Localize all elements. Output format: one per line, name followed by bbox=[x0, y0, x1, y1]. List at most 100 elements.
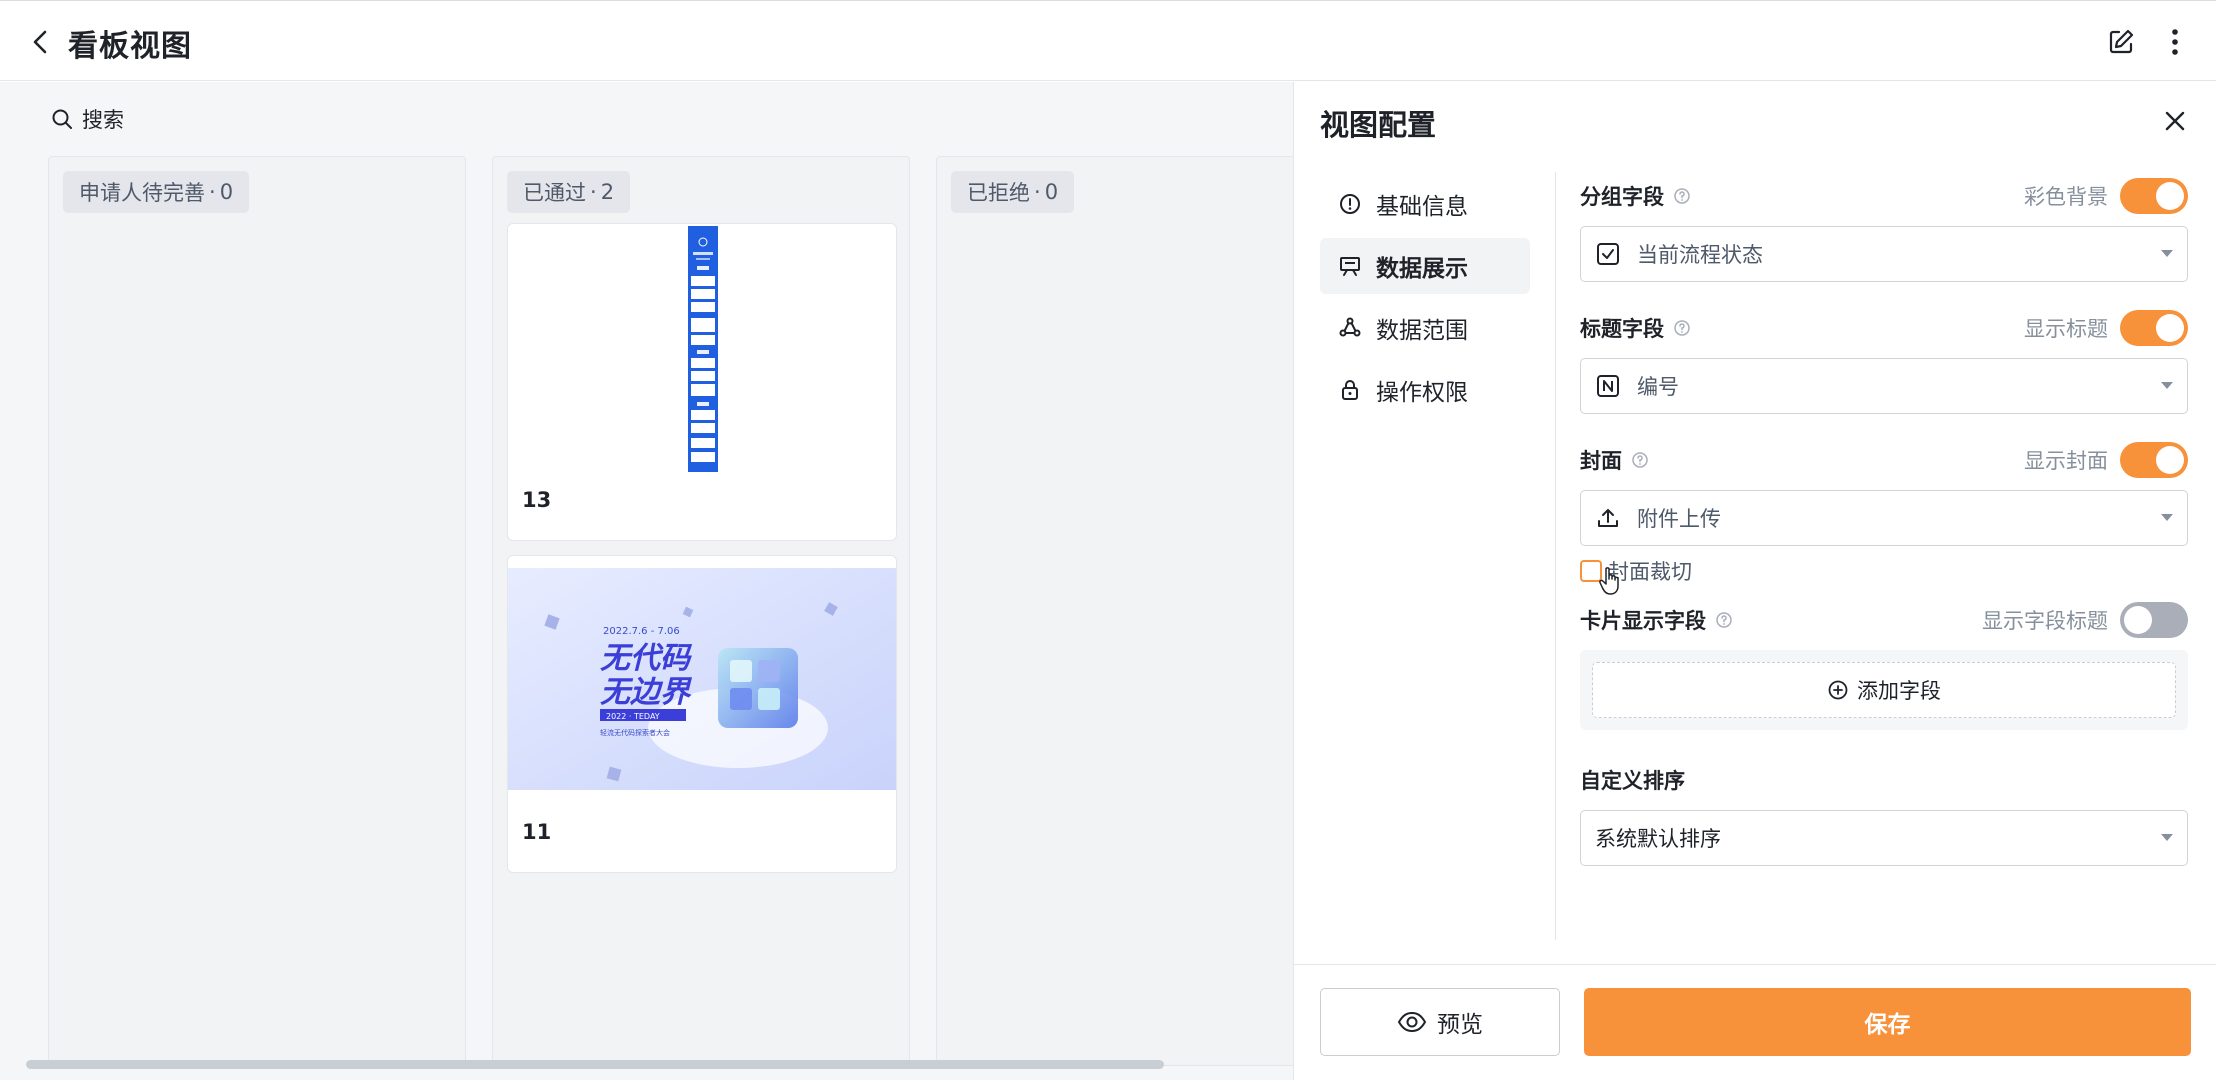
help-icon[interactable] bbox=[1714, 610, 1734, 630]
kanban-column: 申请人待完善 · 0 bbox=[48, 156, 466, 1066]
dropdown-arrow-icon bbox=[2161, 514, 2173, 521]
sort-label: 自定义排序 bbox=[1580, 769, 1685, 793]
more-options-button[interactable] bbox=[2158, 25, 2192, 59]
search-box[interactable]: 搜索 bbox=[50, 104, 124, 134]
chevron-left-icon bbox=[33, 30, 47, 54]
scope-icon bbox=[1339, 317, 1361, 337]
card-fields-label: 卡片显示字段 bbox=[1580, 609, 1706, 633]
nav-item-label: 数据展示 bbox=[1376, 256, 1468, 282]
kanban-card[interactable]: 13 bbox=[507, 223, 897, 541]
card-title: 13 bbox=[522, 488, 552, 512]
nav-divider bbox=[1555, 172, 1556, 940]
save-label: 保存 bbox=[1864, 1012, 1911, 1038]
eye-icon bbox=[1397, 1011, 1427, 1033]
dropdown-arrow-icon bbox=[2161, 834, 2173, 841]
kanban-board: 搜索 申请人待完善 · 0 已通过 · 2 13 2022.7.6 - 7.06… bbox=[0, 82, 1293, 1080]
kanban-card[interactable]: 2022.7.6 - 7.06 无代码 无边界 2022 · TEDAY 轻流无… bbox=[507, 555, 897, 873]
show-cover-toggle[interactable] bbox=[2120, 442, 2188, 478]
toggle-knob bbox=[2124, 606, 2152, 634]
nav-item-data-display[interactable]: 数据展示 bbox=[1320, 238, 1530, 294]
dropdown-arrow-icon bbox=[2161, 250, 2173, 257]
help-icon[interactable] bbox=[1630, 450, 1650, 470]
column-count: 0 bbox=[1044, 180, 1059, 204]
card-cover-image: 2022.7.6 - 7.06 无代码 无边界 2022 · TEDAY 轻流无… bbox=[508, 568, 896, 790]
upload-icon bbox=[1598, 509, 1618, 527]
presentation-icon bbox=[1340, 257, 1360, 276]
back-button[interactable] bbox=[24, 25, 58, 59]
cover-row: 封面 显示封面 bbox=[1580, 440, 2188, 480]
card-title: 11 bbox=[522, 820, 552, 844]
column-header: 已拒绝 · 0 bbox=[951, 171, 1075, 213]
add-field-button[interactable]: 添加字段 bbox=[1592, 662, 2176, 718]
group-field-select[interactable]: 当前流程状态 bbox=[1580, 226, 2188, 282]
color-background-label: 彩色背景 bbox=[2024, 185, 2108, 209]
save-button[interactable]: 保存 bbox=[1584, 988, 2191, 1056]
column-count: 0 bbox=[219, 180, 234, 204]
nav-item-label: 数据范围 bbox=[1376, 318, 1468, 344]
edit-icon bbox=[2109, 29, 2134, 54]
search-label: 搜索 bbox=[82, 108, 124, 132]
toggle-knob bbox=[2156, 446, 2184, 474]
show-title-toggle[interactable] bbox=[2120, 310, 2188, 346]
cover-date-text: 2022.7.6 - 7.06 bbox=[603, 626, 680, 637]
nav-item-basic-info[interactable]: 基础信息 bbox=[1320, 176, 1530, 232]
top-header: 看板视图 bbox=[0, 0, 2216, 81]
help-icon[interactable] bbox=[1672, 186, 1692, 206]
sort-row: 自定义排序 bbox=[1580, 760, 2188, 800]
title-field-row: 标题字段 显示标题 bbox=[1580, 308, 2188, 348]
sort-select[interactable]: 系统默认排序 bbox=[1580, 810, 2188, 866]
column-name: 申请人待完善 bbox=[79, 181, 205, 205]
page-title: 看板视图 bbox=[68, 29, 192, 64]
column-count: 2 bbox=[600, 180, 615, 204]
help-icon[interactable] bbox=[1672, 318, 1692, 338]
cover-field-value: 附件上传 bbox=[1637, 507, 1721, 531]
number-field-icon bbox=[1597, 375, 1619, 397]
close-icon bbox=[2165, 111, 2185, 131]
dropdown-arrow-icon bbox=[2161, 382, 2173, 389]
cover-banner-text: 2022 · TEDAY bbox=[606, 712, 660, 721]
title-field-label: 标题字段 bbox=[1580, 317, 1664, 341]
column-header: 申请人待完善 · 0 bbox=[63, 171, 250, 213]
cover-crop-checkbox-row[interactable]: 封面裁切 bbox=[1580, 556, 1692, 586]
group-field-value: 当前流程状态 bbox=[1637, 243, 1763, 267]
close-button[interactable] bbox=[2158, 104, 2192, 138]
nav-item-data-scope[interactable]: 数据范围 bbox=[1320, 300, 1530, 356]
show-cover-label: 显示封面 bbox=[2024, 449, 2108, 473]
separator-dot: · bbox=[209, 180, 216, 204]
preview-button[interactable]: 预览 bbox=[1320, 988, 1560, 1056]
cover-headline-2: 无边界 bbox=[600, 675, 693, 710]
cover-headline-1: 无代码 bbox=[600, 641, 693, 676]
kanban-column: 已拒绝 · 0 bbox=[936, 156, 1293, 1066]
panel-title: 视图配置 bbox=[1320, 108, 1437, 142]
toggle-knob bbox=[2156, 182, 2184, 210]
column-name: 已拒绝 bbox=[967, 181, 1030, 205]
card-fields-box: 添加字段 bbox=[1580, 650, 2188, 730]
cover-field-select[interactable]: 附件上传 bbox=[1580, 490, 2188, 546]
edit-button[interactable] bbox=[2104, 25, 2138, 59]
info-circle-icon bbox=[1340, 194, 1360, 214]
card-fields-row: 卡片显示字段 显示字段标题 bbox=[1580, 600, 2188, 640]
plus-circle-icon bbox=[1828, 680, 1848, 700]
nav-item-label: 操作权限 bbox=[1376, 380, 1468, 406]
group-field-label: 分组字段 bbox=[1580, 185, 1664, 209]
show-field-title-label: 显示字段标题 bbox=[1982, 609, 2108, 633]
add-field-label: 添加字段 bbox=[1857, 679, 1941, 703]
view-config-panel: 视图配置 基础信息 数据展示 数据范围 操作权限 分组字段 彩色背景 当前流程状… bbox=[1293, 82, 2216, 1080]
hand-cursor-icon bbox=[1599, 567, 1619, 595]
title-field-select[interactable]: 编号 bbox=[1580, 358, 2188, 414]
title-field-value: 编号 bbox=[1637, 375, 1679, 399]
footer-divider bbox=[1294, 964, 2216, 965]
show-field-title-toggle[interactable] bbox=[2120, 602, 2188, 638]
show-title-label: 显示标题 bbox=[2024, 317, 2108, 341]
horizontal-scrollbar[interactable] bbox=[26, 1060, 1164, 1069]
checkbox-field-icon bbox=[1597, 243, 1619, 265]
sort-value: 系统默认排序 bbox=[1595, 827, 1721, 851]
separator-dot: · bbox=[1034, 180, 1041, 204]
color-background-toggle[interactable] bbox=[2120, 178, 2188, 214]
cover-caption-text: 轻流无代码探索者大会 bbox=[600, 728, 670, 737]
card-cover-image bbox=[688, 226, 718, 472]
search-icon bbox=[52, 109, 72, 129]
separator-dot: · bbox=[590, 180, 597, 204]
config-nav: 基础信息 数据展示 数据范围 操作权限 bbox=[1320, 176, 1530, 424]
nav-item-permissions[interactable]: 操作权限 bbox=[1320, 362, 1530, 418]
